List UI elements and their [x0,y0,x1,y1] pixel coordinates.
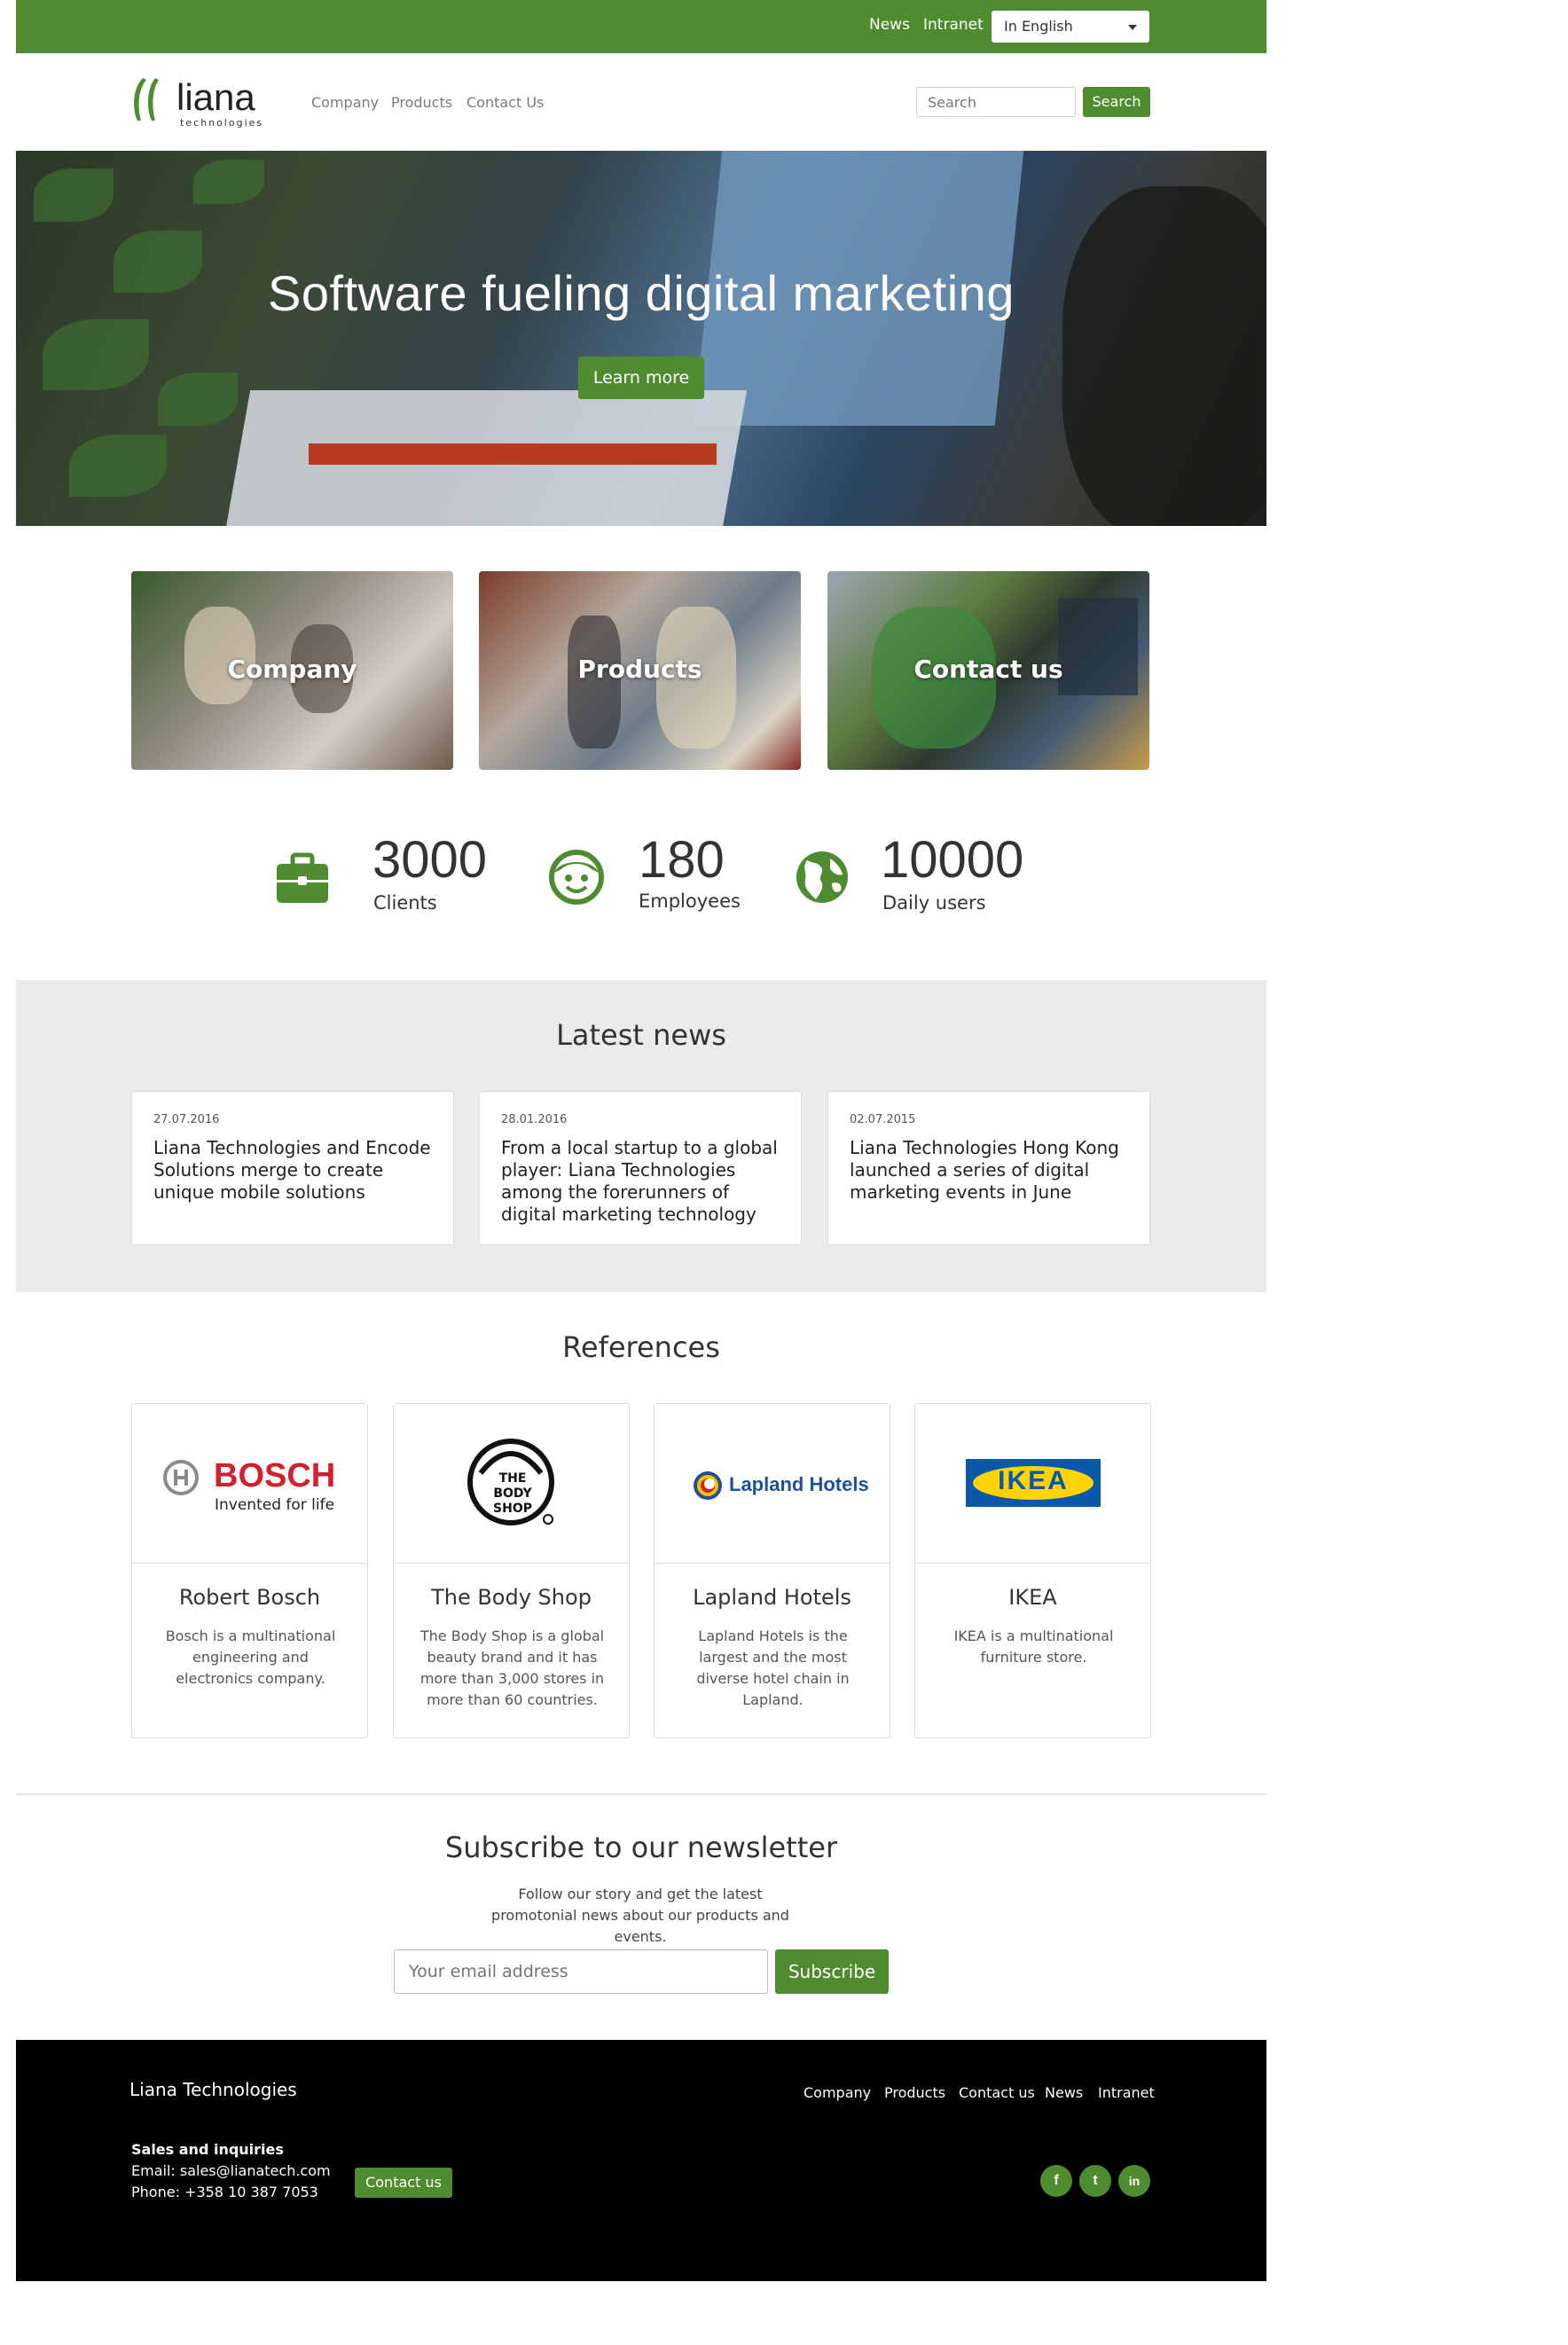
references-title: References [562,1330,720,1364]
news-date: 27.07.2016 [153,1113,220,1126]
reference-card-lapland-hotels[interactable]: Lapland Hotels Lapland Hotels Lapland Ho… [654,1403,890,1738]
body-shop-wordmark: THE BODY SHOP [493,1471,532,1516]
footer-sales-title: Sales and inquiries [131,2141,284,2158]
stat-daily-users-label: Daily users [882,892,986,914]
search-button[interactable]: Search [1083,87,1150,117]
body-shop-logo: THE BODY SHOP [394,1404,629,1564]
reference-card-body-shop[interactable]: THE BODY SHOP The Body Shop The Body Sho… [393,1403,630,1738]
reference-description: Lapland Hotels is the largest and the mo… [696,1627,850,1708]
chevron-down-icon [1128,25,1137,30]
reference-name: IKEA [1008,1585,1057,1610]
nav-contact-us[interactable]: Contact Us [466,94,544,111]
news-headline[interactable]: Liana Technologies Hong Kong launched a … [850,1137,1128,1204]
tile-company-label: Company [227,655,357,684]
bosch-wordmark: BOSCH [214,1457,336,1494]
footer [16,2040,1266,2281]
reference-description: IKEA is a multinational furniture store. [953,1627,1114,1666]
reference-card-bosch[interactable]: BOSCH Invented for life Robert Bosch Bos… [131,1403,368,1738]
footer-phone: Phone: +358 10 387 7053 [131,2184,318,2200]
section-divider [16,1793,1266,1795]
topbar-link-intranet[interactable]: Intranet [923,16,984,34]
footer-link-news[interactable]: News [1045,2084,1083,2101]
news-date: 02.07.2015 [850,1113,916,1126]
footer-email[interactable]: Email: sales@lianatech.com [131,2162,331,2179]
reference-name: Robert Bosch [178,1585,321,1610]
ikea-logo: IKEA [915,1404,1150,1564]
hero-title: Software fueling digital marketing [268,265,1015,321]
lapland-hotels-logo: Lapland Hotels [655,1404,890,1564]
bosch-armature-icon [163,1460,199,1495]
smiley-face-icon [549,850,604,905]
tile-products-label: Products [577,655,702,684]
lapland-hotels-emblem-icon [694,1471,722,1500]
liana-logo[interactable]: liana technologies [129,71,270,131]
stat-employees-label: Employees [639,890,741,912]
ikea-logo-box: IKEA [966,1459,1101,1507]
footer-contact-button[interactable]: Contact us [355,2168,452,2198]
lapland-hotels-wordmark: Lapland Hotels [729,1473,869,1495]
news-headline[interactable]: From a local startup to a global player:… [501,1137,780,1226]
tile-contact-us[interactable]: Contact us [827,571,1149,770]
news-card[interactable]: 02.07.2015 Liana Technologies Hong Kong … [827,1091,1150,1245]
stat-employees-value: 180 [639,831,725,889]
ikea-wordmark: IKEA [998,1466,1069,1495]
tile-company[interactable]: Company [131,571,453,770]
search-input[interactable] [916,87,1076,117]
news-card[interactable]: 28.01.2016 From a local startup to a glo… [479,1091,802,1245]
newsletter-text: Follow our story and get the latest prom… [491,1886,789,1945]
newsletter-title: Subscribe to our newsletter [444,1831,838,1864]
news-date: 28.01.2016 [501,1113,568,1126]
logo-wordmark: liana [176,76,255,118]
bosch-logo: BOSCH Invented for life [132,1404,367,1564]
footer-link-intranet[interactable]: Intranet [1098,2084,1155,2101]
facebook-icon[interactable]: f [1040,2165,1072,2197]
reference-card-ikea[interactable]: IKEA IKEA IKEA is a multinational furnit… [914,1403,1151,1738]
linkedin-icon[interactable]: in [1118,2165,1150,2197]
bosch-tagline: Invented for life [215,1496,335,1514]
nav-company[interactable]: Company [311,94,379,111]
reference-name: Lapland Hotels [693,1585,851,1610]
newsletter-email-input[interactable] [394,1949,768,1994]
twitter-icon[interactable]: t [1079,2165,1111,2197]
news-card[interactable]: 27.07.2016 Liana Technologies and Encode… [131,1091,454,1245]
briefcase-icon [277,852,328,903]
language-select[interactable]: In English [992,11,1149,43]
learn-more-button[interactable]: Learn more [578,357,704,399]
logo-subtitle: technologies [180,117,264,129]
footer-link-products[interactable]: Products [884,2084,945,2101]
reference-name: The Body Shop [431,1585,592,1610]
tile-contact-us-label: Contact us [913,655,1063,684]
hero-banner: Software fueling digital marketing Learn… [16,151,1266,526]
reference-description: The Body Shop is a global beauty brand a… [419,1627,605,1708]
nav-products[interactable]: Products [391,94,452,111]
language-select-value: In English [1004,18,1073,35]
footer-brand: Liana Technologies [129,2079,297,2100]
reference-description: Bosch is a multinational engineering and… [165,1627,336,1687]
tile-products[interactable]: Products [479,571,801,770]
stat-clients-label: Clients [373,892,437,914]
stat-clients-value: 3000 [372,831,488,889]
stat-daily-users-value: 10000 [881,831,1024,889]
topbar-link-news[interactable]: News [869,16,910,34]
news-title: Latest news [556,1018,726,1052]
footer-link-company[interactable]: Company [804,2084,871,2101]
news-headline[interactable]: Liana Technologies and Encode Solutions … [153,1137,432,1204]
globe-icon [796,851,848,903]
footer-link-contact-us[interactable]: Contact us [959,2084,1035,2101]
subscribe-button[interactable]: Subscribe [775,1949,889,1994]
